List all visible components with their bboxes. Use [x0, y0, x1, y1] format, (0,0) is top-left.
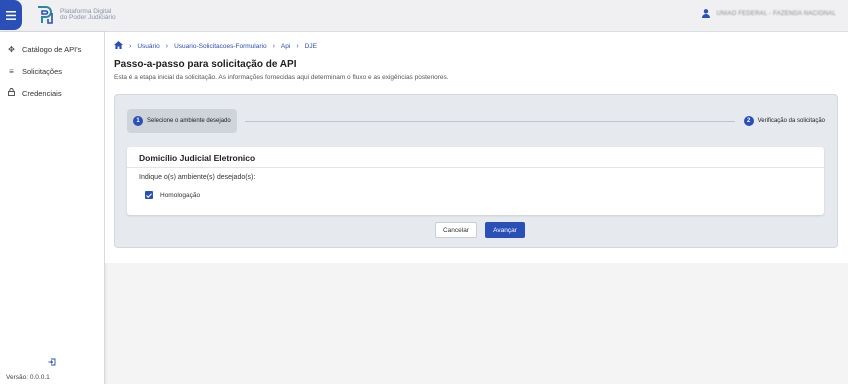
- step-label: Selecione o ambiente desejado: [147, 118, 231, 124]
- next-button[interactable]: Avançar: [485, 222, 525, 238]
- list-check-icon: ≡: [9, 66, 14, 76]
- lock-icon: [7, 88, 16, 98]
- sidebar-item-label: Credenciais: [22, 88, 62, 98]
- logout-icon[interactable]: [48, 358, 56, 368]
- homologacao-checkbox[interactable]: [145, 191, 153, 199]
- divider: [127, 167, 824, 168]
- page-title: Passo-a-passo para solicitação de API: [114, 59, 297, 70]
- chevron-right-icon: ›: [129, 42, 132, 50]
- page-subtitle: Esta é a etapa inicial da solicitação. A…: [114, 74, 449, 81]
- cancel-button[interactable]: Cancelar: [435, 222, 477, 238]
- breadcrumb: › Usuário › Usuario-Solicitacoes-Formula…: [114, 41, 317, 51]
- stepper: 1 Selecione o ambiente desejado 2 Verifi…: [127, 109, 827, 133]
- check-icon: [146, 192, 152, 198]
- chevron-right-icon: ›: [296, 42, 299, 50]
- wizard-card: 1 Selecione o ambiente desejado 2 Verifi…: [114, 94, 838, 248]
- homologacao-option[interactable]: Homologação: [145, 191, 200, 199]
- pdpj-logo[interactable]: Plataforma Digital do Poder Judiciário: [36, 5, 120, 25]
- step-connector: [245, 121, 735, 122]
- step-2[interactable]: 2 Verificação da solicitação: [743, 109, 827, 133]
- environment-prompt: Indique o(s) ambiente(s) desejado(s):: [139, 174, 256, 181]
- user-menu[interactable]: UNIÃO FEDERAL - FAZENDA NACIONAL: [702, 9, 836, 18]
- diamond-nodes-icon: ✥: [8, 44, 15, 54]
- top-bar: Plataforma Digital do Poder Judiciário U…: [0, 0, 848, 32]
- logo-text: Plataforma Digital do Poder Judiciário: [60, 7, 116, 21]
- user-name: UNIÃO FEDERAL - FAZENDA NACIONAL: [716, 10, 836, 17]
- chevron-right-icon: ›: [165, 42, 169, 50]
- breadcrumb-item[interactable]: DJE: [305, 43, 317, 50]
- sidebar-item-credenciais[interactable]: Credenciais: [0, 82, 104, 104]
- sidebar-item-label: Solicitações: [22, 66, 63, 76]
- logo-icon: [38, 6, 53, 24]
- checkbox-label: Homologação: [160, 191, 201, 199]
- sidebar-item-label: Catálogo de API's: [22, 44, 82, 54]
- breadcrumb-item[interactable]: Usuario-Solicitacoes-Formulario: [174, 43, 266, 50]
- step-number: 1: [133, 116, 143, 126]
- environment-form: Domicílio Judicial Eletronico Indique o(…: [127, 147, 824, 215]
- home-icon[interactable]: [114, 41, 123, 51]
- form-title: Domicílio Judicial Eletronico: [139, 153, 256, 163]
- menu-button[interactable]: [0, 0, 22, 30]
- main-content: › Usuário › Usuario-Solicitacoes-Formula…: [105, 32, 848, 263]
- breadcrumb-item[interactable]: Usuário: [137, 43, 159, 50]
- hamburger-icon: [6, 10, 16, 20]
- chevron-right-icon: ›: [272, 42, 275, 50]
- user-icon: [702, 9, 711, 18]
- sidebar-item-catalogo[interactable]: ✥ Catálogo de API's: [0, 38, 104, 60]
- step-number: 2: [743, 116, 754, 126]
- form-actions: Cancelar Avançar: [435, 222, 525, 238]
- step-1[interactable]: 1 Selecione o ambiente desejado: [127, 109, 237, 133]
- version-label: Versão: 0.0.0.1: [6, 374, 50, 381]
- sidebar-item-solicitacoes[interactable]: ≡ Solicitações: [0, 60, 104, 82]
- breadcrumb-item[interactable]: Api: [281, 43, 290, 50]
- sidebar: ✥ Catálogo de API's ≡ Solicitações Crede…: [0, 32, 105, 384]
- step-label: Verificação da solicitação: [757, 118, 825, 124]
